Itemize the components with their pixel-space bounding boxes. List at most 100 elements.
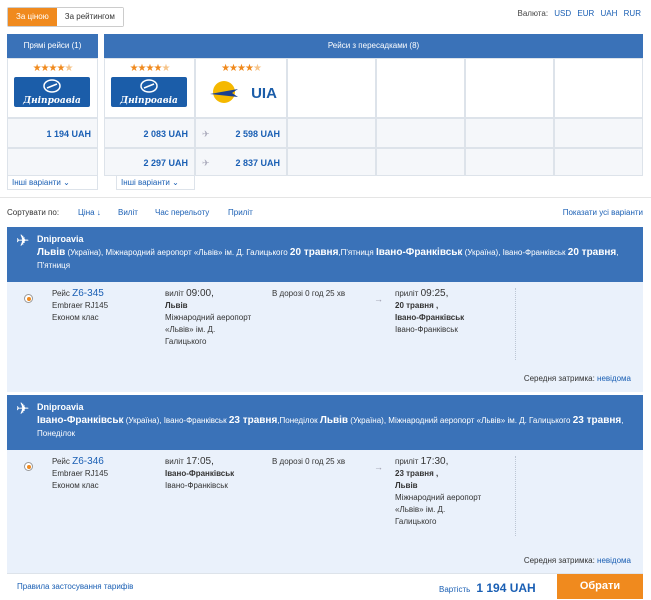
sort-by-rating-button[interactable]: За рейтингом: [56, 8, 123, 26]
direct-price-cell[interactable]: 1 194 UAH: [7, 118, 98, 148]
sort-label: Сортувати по:: [7, 208, 60, 217]
other-options-direct-link[interactable]: Інші варіанти ⌄: [7, 176, 98, 190]
route-summary: Івано-Франківськ (Україна), Івано-Франкі…: [37, 415, 624, 438]
empty-cell: [554, 118, 643, 148]
total-cost-value: 1 194 UAH: [476, 581, 536, 595]
uia-logo: UIA: [202, 77, 282, 107]
flight-block-outbound: ✈ Dniproavia Львів (Україна), Міжнародни…: [7, 227, 643, 392]
currency-eur[interactable]: EUR: [577, 9, 594, 18]
divider: [515, 288, 516, 360]
show-all-link[interactable]: Показати усі варіанти: [563, 208, 643, 217]
price: 2 297 UAH: [143, 158, 188, 168]
empty-cell: [465, 58, 554, 118]
departure-city: Львів: [165, 301, 188, 310]
arrival-city: Івано-Франківськ: [395, 313, 465, 322]
rating-stars: ★★★★★: [32, 63, 74, 74]
arrival-info: приліт 09:25, 20 травня , Івано-Франківс…: [395, 288, 465, 334]
airline-name: Dniproavia: [37, 234, 84, 244]
empty-cell: [287, 148, 376, 176]
cabin-class: Економ клас: [52, 481, 99, 490]
empty-cell: [7, 148, 98, 176]
airline-cell-uia[interactable]: ★★★★★ UIA: [195, 58, 287, 118]
airline-cell-dniproavia-transfer[interactable]: ★★★★★ Дніпроавіа: [104, 58, 195, 118]
departure-city: Івано-Франківськ: [165, 469, 235, 478]
arrival-time: 09:25,: [420, 288, 449, 299]
empty-cell: [287, 118, 376, 148]
divider: [515, 456, 516, 536]
arrival-info: приліт 17:30, 23 травня , Львів Міжнарод…: [395, 456, 482, 526]
arrival-city: Львів: [395, 481, 418, 490]
departure-time: 09:00,: [186, 288, 214, 299]
aircraft: Embraer RJ145: [52, 301, 109, 310]
flight-header: ✈ Dniproavia Львів (Україна), Міжнародни…: [7, 227, 643, 282]
sort-by-price-button[interactable]: За ціною: [8, 8, 57, 26]
empty-cell: [465, 118, 554, 148]
sort-departure[interactable]: Виліт: [118, 208, 138, 217]
transfer-price-cell[interactable]: ✈ 2 598 UAH: [195, 118, 287, 148]
transfer-price-cell[interactable]: 2 297 UAH: [104, 148, 195, 176]
flight-details: Рейс Z6-345 Embraer RJ145 Економ клас ви…: [7, 282, 643, 392]
sort-duration[interactable]: Час перельоту: [155, 208, 209, 217]
transfer-flights-header[interactable]: Рейси з пересадками (8): [104, 34, 643, 58]
sort-bar: Сортувати по: Ціна ↓ Виліт Час перельоту…: [0, 197, 651, 227]
currency-uah[interactable]: UAH: [601, 9, 618, 18]
empty-cell: [465, 148, 554, 176]
flight-radio[interactable]: [24, 294, 33, 303]
flight-info: Рейс Z6-345 Embraer RJ145 Економ клас: [52, 288, 109, 322]
flight-block-return: ✈ Dniproavia Івано-Франківськ (Україна),…: [7, 395, 643, 573]
booking-footer: Правила застосування тарифів Вартість 1 1…: [7, 573, 643, 599]
flight-info: Рейс Z6-346 Embraer RJ145 Економ клас: [52, 456, 109, 490]
other-options-transfer-link[interactable]: Інші варіанти ⌄: [116, 176, 195, 190]
select-button[interactable]: Обрати: [557, 574, 643, 599]
cabin-class: Економ клас: [52, 313, 99, 322]
arrow-right-icon: →: [374, 462, 383, 472]
arrow-right-icon: →: [374, 294, 383, 304]
fare-rules-link[interactable]: Правила застосування тарифів: [17, 582, 133, 591]
empty-cell: [554, 58, 643, 118]
empty-cell: [554, 148, 643, 176]
airline-cell-dniproavia-direct[interactable]: ★★★★★ Дніпроавіа: [7, 58, 98, 118]
currency-usd[interactable]: USD: [554, 9, 571, 18]
sort-arrival[interactable]: Приліт: [228, 208, 253, 217]
price: 2 598 UAH: [235, 129, 280, 139]
plane-icon: ✈: [202, 129, 210, 139]
flight-details: Рейс Z6-346 Embraer RJ145 Економ клас ви…: [7, 450, 643, 573]
average-delay: Середня затримка: невідома: [523, 374, 631, 383]
flight-number: Z6-345: [72, 288, 104, 299]
dniproavia-logo: Дніпроавіа: [14, 77, 90, 107]
svg-text:Дніпроавіа: Дніпроавіа: [22, 96, 81, 106]
rating-stars: ★★★★★: [129, 63, 171, 74]
sort-toggle: За ціною За рейтингом: [7, 7, 124, 27]
transfer-price-cell[interactable]: 2 083 UAH: [104, 118, 195, 148]
svg-text:Дніпроавіа: Дніпроавіа: [119, 96, 178, 106]
direct-flights-header[interactable]: Прямі рейси (1): [7, 34, 98, 58]
currency-label: Валюта:: [517, 9, 549, 18]
departure-info: виліт 09:00, Львів Міжнародний аеропорт …: [165, 288, 252, 346]
empty-cell: [376, 118, 465, 148]
currency-rur[interactable]: RUR: [624, 9, 641, 18]
departure-time: 17:05,: [186, 456, 214, 467]
empty-cell: [376, 148, 465, 176]
empty-cell: [287, 58, 376, 118]
flight-number: Z6-346: [72, 456, 104, 467]
duration: В дорозі 0 год 25 хв: [272, 457, 346, 466]
empty-cell: [376, 58, 465, 118]
plane-icon: ✈: [202, 158, 210, 168]
rating-stars: ★★★★★: [221, 63, 262, 74]
sort-price[interactable]: Ціна ↓: [78, 208, 101, 217]
airline-name: Dniproavia: [37, 402, 84, 412]
price: 2 083 UAH: [143, 129, 188, 139]
dniproavia-logo: Дніпроавіа: [111, 77, 187, 107]
plane-icon: ✈: [16, 401, 30, 418]
total-cost: Вартість 1 194 UAH: [439, 581, 536, 595]
aircraft: Embraer RJ145: [52, 469, 109, 478]
currency-selector: Валюта: USD EUR UAH RUR: [518, 9, 641, 18]
plane-icon: ✈: [16, 233, 30, 250]
flight-radio[interactable]: [24, 462, 33, 471]
flight-header: ✈ Dniproavia Івано-Франківськ (Україна),…: [7, 395, 643, 450]
arrival-time: 17:30,: [420, 456, 449, 467]
departure-info: виліт 17:05, Івано-Франківськ Івано-Фран…: [165, 456, 235, 490]
route-summary: Львів (Україна), Міжнародний аеропорт «Л…: [37, 247, 619, 270]
transfer-price-cell[interactable]: ✈ 2 837 UAH: [195, 148, 287, 176]
duration: В дорозі 0 год 25 хв: [272, 289, 346, 298]
